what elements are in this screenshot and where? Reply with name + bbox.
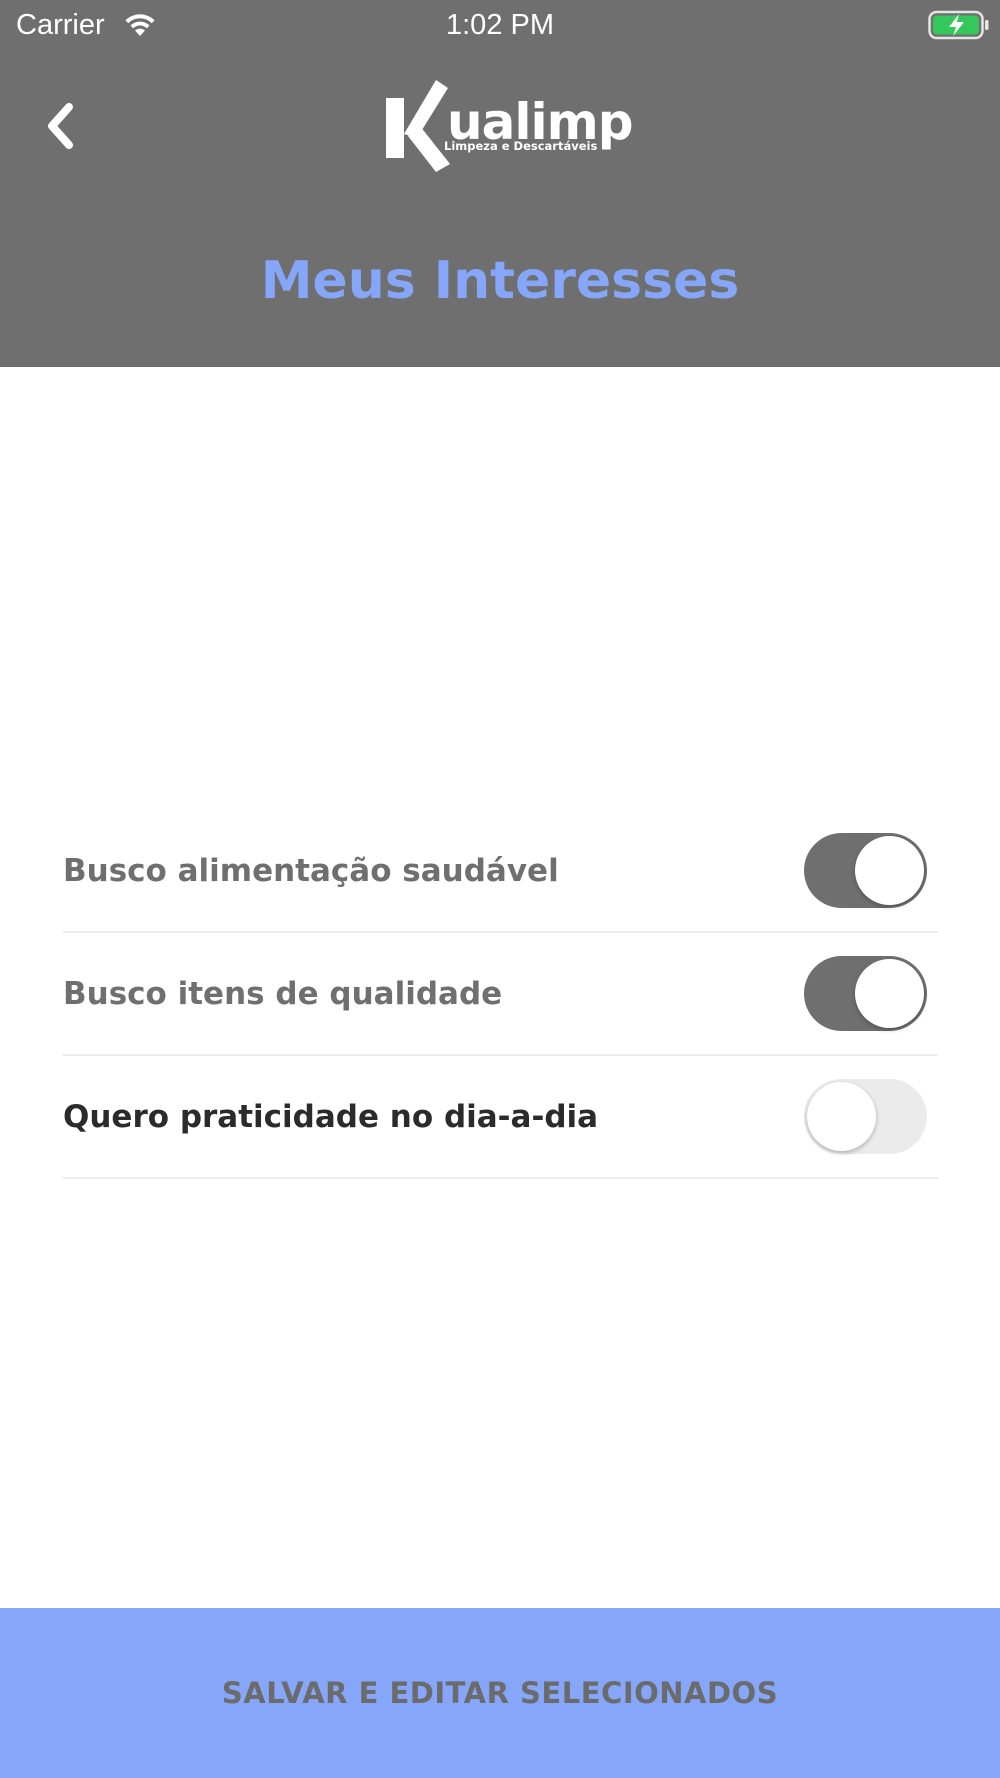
toggle-switch-quality-items[interactable] bbox=[804, 956, 927, 1031]
interest-list: Busco alimentação saudável Busco itens d… bbox=[63, 810, 938, 1179]
interest-row-practicality: Quero praticidade no dia-a-dia bbox=[63, 1056, 938, 1179]
interest-label: Quero praticidade no dia-a-dia bbox=[63, 1099, 599, 1135]
status-bar: Carrier 1:02 PM bbox=[0, 0, 1000, 52]
toggle-switch-healthy-food[interactable] bbox=[804, 833, 927, 908]
interest-row-quality-items: Busco itens de qualidade bbox=[63, 933, 938, 1056]
kualimp-logo: ualimp Limpeza e Descartáveis bbox=[384, 76, 634, 176]
toggle-knob bbox=[855, 959, 924, 1028]
logo-k-mark bbox=[386, 80, 450, 172]
toggle-knob bbox=[855, 836, 924, 905]
page-title: Meus Interesses bbox=[260, 251, 740, 311]
chevron-left-icon bbox=[48, 103, 73, 149]
app-header: Carrier 1:02 PM ualimp Limpeza e Descart… bbox=[0, 0, 1000, 367]
logo-tagline: Limpeza e Descartáveis bbox=[444, 139, 598, 153]
back-button[interactable] bbox=[30, 92, 90, 160]
toggle-switch-practicality[interactable] bbox=[804, 1079, 927, 1154]
interest-row-healthy-food: Busco alimentação saudável bbox=[63, 810, 938, 933]
save-button-label: SALVAR E EDITAR SELECIONADOS bbox=[221, 1676, 779, 1710]
interest-label: Busco itens de qualidade bbox=[63, 976, 503, 1012]
status-time: 1:02 PM bbox=[446, 9, 554, 41]
interest-label: Busco alimentação saudável bbox=[63, 853, 559, 889]
toggle-knob bbox=[807, 1082, 876, 1151]
battery-charging-icon bbox=[928, 10, 989, 40]
save-and-edit-button[interactable]: SALVAR E EDITAR SELECIONADOS bbox=[0, 1608, 1000, 1778]
